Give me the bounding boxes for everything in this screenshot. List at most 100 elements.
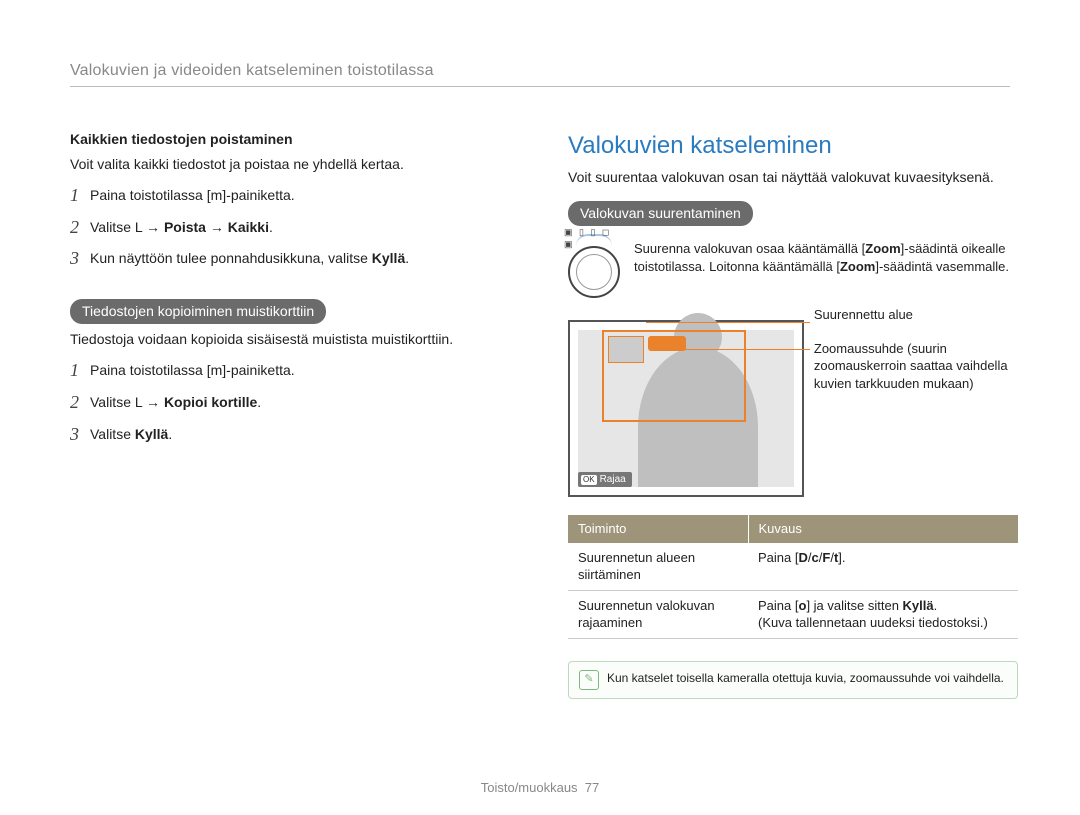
step-row: 2 Valitse L → Kopioi kortille. [70,393,530,413]
viewer-inner [578,330,794,487]
delete-all-desc: Voit valita kaikki tiedostot ja poistaa … [70,155,530,174]
left-column: Kaikkien tiedostojen poistaminen Voit va… [70,130,530,456]
step-number: 3 [70,425,90,445]
leader-line-icon [676,349,810,350]
thumbnail-icon [608,336,644,363]
person-silhouette-icon [638,347,758,487]
t: ]-painiketta. [222,362,294,378]
step-text: Paina toistotilassa [m]-painiketta. [90,361,530,380]
step-number: 2 [70,218,90,238]
bold: Kyllä [135,426,168,442]
menu-icon: m [211,362,223,378]
t: (Kuva tallennetaan uudeksi tiedostoksi.) [758,615,988,630]
zoom-block: ▣ ▯ ▯ ◻ ▣ Suurenna valokuvan osaa kääntä… [568,240,1018,298]
zoom-marks: ▣ ▯ ▯ ◻ ▣ [564,226,618,250]
step-row: 3 Valitse Kyllä. [70,425,530,445]
th-function: Toiminto [568,515,748,543]
table-row: Suurennetun alueen siirtäminen Paina [D/… [568,543,1018,591]
step-number: 2 [70,393,90,413]
arrow: → [142,219,164,235]
step-row: 1 Paina toistotilassa [m]-painiketta. [70,186,530,206]
cell-desc: Paina [o] ja valitse sitten Kyllä. (Kuva… [748,590,1018,638]
t: Valitse [90,219,135,235]
step-row: 2 Valitse L → Poista → Kaikki. [70,218,530,238]
th-description: Kuvaus [748,515,1018,543]
footer-page: 77 [585,780,599,795]
step-row: 3 Kun näyttöön tulee ponnahdusikkuna, va… [70,249,530,269]
t: . [934,598,938,613]
section-intro: Voit suurentaa valokuvan osan tai näyttä… [568,168,1018,187]
step-number: 1 [70,361,90,381]
label-zoom-ratio: Zoomaussuhde (suurin zoomauskerroin saat… [814,340,1014,393]
bold: Kyllä [372,250,405,266]
ok-crop-label: OKRajaa [578,472,632,488]
t: . [257,394,261,410]
cell-func: Suurennetun alueen siirtäminen [568,543,748,591]
bold: Zoom [865,241,900,256]
viewer-row: OKRajaa Suurennettu alue Zoomaussuhde (s… [568,302,1018,497]
photo-viewer: OKRajaa [568,320,804,497]
bold: Kopioi kortille [164,394,257,410]
copy-steps: 1 Paina toistotilassa [m]-painiketta. 2 … [70,361,530,444]
table-row: Suurennetun valokuvan rajaaminen Paina [… [568,590,1018,638]
bold: Kyllä [903,598,934,613]
bold: Kaikki [228,219,269,235]
step-number: 3 [70,249,90,269]
bold: c [812,550,819,565]
zoom-text: Suurenna valokuvan osaa kääntämällä [Zoo… [634,240,1018,275]
page-footer: Toisto/muokkaus 77 [0,779,1080,797]
ok-icon: OK [581,475,597,486]
cell-desc: Paina [D/c/F/t]. [748,543,1018,591]
copy-desc: Tiedostoja voidaan kopioida sisäisestä m… [70,330,530,349]
arrow: → [142,394,164,410]
right-column: Valokuvien katseleminen Voit suurentaa v… [568,130,1018,699]
t: . [405,250,409,266]
label-enlarged-area: Suurennettu alue [814,306,1014,324]
step-text: Paina toistotilassa [m]-painiketta. [90,186,530,205]
t: Paina [ [758,550,798,565]
t: ]-säädintä vasemmalle. [875,259,1009,274]
note-icon: ✎ [579,670,599,690]
page-header-title: Valokuvien ja videoiden katseleminen toi… [70,60,1010,82]
t: Kun näyttöön tulee ponnahdusikkuna, vali… [90,250,372,266]
zoom-dial-icon: ▣ ▯ ▯ ◻ ▣ [568,246,620,298]
note-text: Kun katselet toisella kameralla otettuja… [607,670,1004,686]
copy-pill: Tiedostojen kopioiminen muistikorttiin [70,299,326,324]
t: Suurenna valokuvan osaa kääntämällä [ [634,241,865,256]
delete-all-title: Kaikkien tiedostojen poistaminen [70,130,530,149]
menu-icon: m [211,187,223,203]
step-text: Valitse L → Kopioi kortille. [90,393,530,412]
t: Paina toistotilassa [ [90,362,211,378]
step-text: Valitse Kyllä. [90,425,530,444]
table-header-row: Toiminto Kuvaus [568,515,1018,543]
bold: D [798,550,807,565]
step-row: 1 Paina toistotilassa [m]-painiketta. [70,361,530,381]
viewer-labels: Suurennettu alue Zoomaussuhde (suurin zo… [814,302,1014,392]
t: Paina [ [758,598,798,613]
footer-section: Toisto/muokkaus [481,780,578,795]
t: Paina toistotilassa [ [90,187,211,203]
t: . [168,426,172,442]
zoom-pill: Valokuvan suurentaminen [568,201,753,226]
t: . [269,219,273,235]
leader-line-icon [646,322,810,323]
note-box: ✎ Kun katselet toisella kameralla otettu… [568,661,1018,699]
bold: Poista [164,219,206,235]
t: ]. [838,550,845,565]
t: Valitse [90,426,135,442]
arrow: → [206,219,228,235]
step-text: Valitse L → Poista → Kaikki. [90,218,530,237]
t: Valitse [90,394,135,410]
ok-text: Rajaa [600,474,626,485]
step-text: Kun näyttöön tulee ponnahdusikkuna, vali… [90,249,530,268]
page: Valokuvien ja videoiden katseleminen toi… [0,0,1080,815]
t: ] ja valitse sitten [806,598,902,613]
delete-all-steps: 1 Paina toistotilassa [m]-painiketta. 2 … [70,186,530,269]
step-number: 1 [70,186,90,206]
t: ]-painiketta. [222,187,294,203]
bold: Zoom [840,259,875,274]
cell-func: Suurennetun valokuvan rajaaminen [568,590,748,638]
section-title: Valokuvien katseleminen [568,130,1018,162]
spacer: Valokuvan suurentaminen [568,201,1018,226]
header-rule [70,86,1010,87]
